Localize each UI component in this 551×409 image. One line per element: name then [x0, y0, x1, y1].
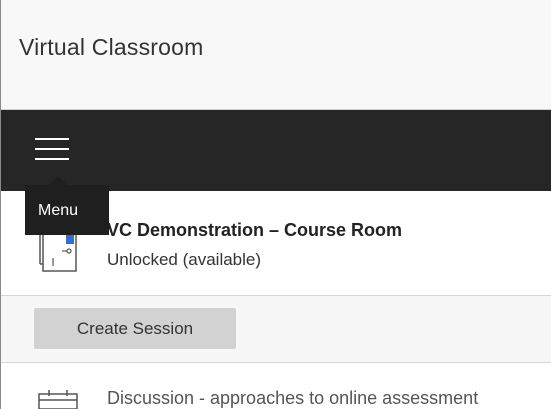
menu-line: [35, 158, 69, 160]
tooltip-text: Menu: [38, 202, 79, 219]
hamburger-menu-icon[interactable]: [35, 138, 69, 162]
menu-line: [35, 148, 69, 150]
session-title[interactable]: Discussion - approaches to online assess…: [107, 388, 478, 409]
room-name[interactable]: VC Demonstration – Course Room: [107, 220, 402, 241]
navigation-bar: [1, 110, 551, 191]
create-session-button[interactable]: Create Session: [34, 308, 236, 349]
tooltip-arrow: [49, 176, 67, 185]
calendar-icon: [38, 390, 78, 409]
virtual-classroom-panel: Virtual Classroom VC Demonstration – Cou…: [0, 0, 551, 409]
menu-tooltip: Menu: [25, 185, 109, 235]
page-title: Virtual Classroom: [19, 34, 204, 60]
menu-line: [35, 138, 69, 140]
title-bar: Virtual Classroom: [1, 0, 551, 110]
room-status: Unlocked (available): [107, 250, 262, 269]
